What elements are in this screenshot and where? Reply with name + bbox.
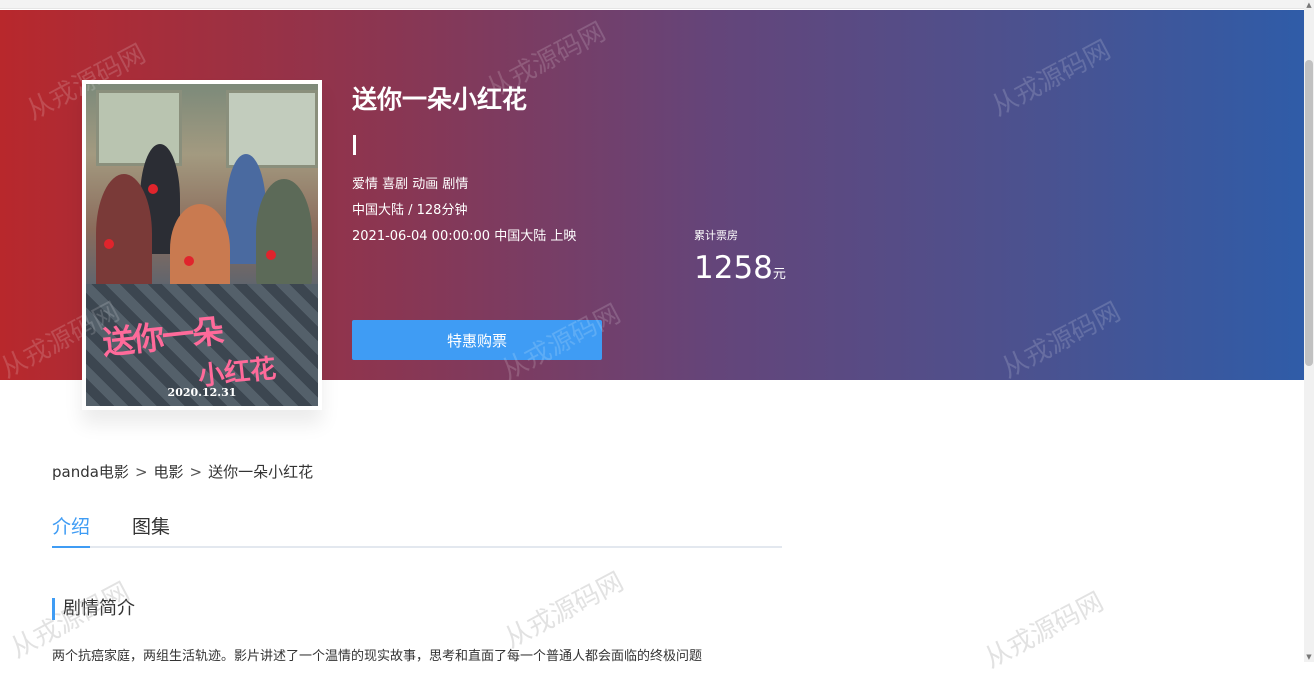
movie-region-duration: 中国大陆 / 128分钟 (352, 203, 468, 218)
scroll-down-arrow-icon[interactable]: ▼ (1304, 652, 1314, 662)
watermark: 从戎源码网 (979, 586, 1109, 675)
poster-figure (96, 174, 152, 294)
poster-frame: 送你一朵 小红花 2020.12.31 (82, 80, 322, 410)
movie-title: 送你一朵小红花 (352, 85, 528, 114)
watermark: 从戎源码网 (499, 566, 629, 655)
buy-ticket-button[interactable]: 特惠购票 (352, 320, 602, 360)
breadcrumb-separator: > (134, 463, 148, 481)
poster-figure (170, 204, 230, 294)
synopsis-text: 两个抗癌家庭，两组生活轨迹。影片讲述了一个温情的现实故事，思考和直面了每一个普通… (52, 649, 703, 664)
scrollbar-thumb[interactable] (1305, 60, 1313, 366)
red-flower-icon (184, 256, 194, 266)
movie-poster[interactable]: 送你一朵 小红花 2020.12.31 (86, 84, 318, 406)
text-cursor (353, 135, 356, 155)
breadcrumb-item-home[interactable]: panda电影 (52, 463, 129, 481)
section-title-synopsis: 剧情简介 (52, 598, 135, 620)
breadcrumb: panda电影 > 电影 > 送你一朵小红花 (52, 461, 313, 482)
movie-genres: 爱情 喜剧 动画 剧情 (352, 177, 469, 192)
red-flower-icon (104, 239, 114, 249)
breadcrumb-item-movies[interactable]: 电影 (154, 463, 184, 481)
page-scrollbar[interactable]: ▲ ▼ (1304, 0, 1314, 662)
poster-date: 2020.12.31 (167, 386, 237, 399)
tab-gallery[interactable]: 图集 (132, 512, 170, 546)
breadcrumb-item-current: 送你一朵小红花 (208, 463, 314, 481)
tab-intro[interactable]: 介绍 (52, 512, 91, 548)
movie-release-date: 2021-06-04 00:00:00 中国大陆 上映 (352, 229, 577, 244)
box-office-unit: 元 (772, 267, 786, 282)
box-office-number: 1258 (694, 250, 773, 286)
tab-bar: 介绍 图集 (52, 512, 782, 548)
top-border (0, 0, 1304, 9)
scroll-up-arrow-icon[interactable]: ▲ (1304, 0, 1314, 10)
box-office-value: 1258元 (694, 250, 786, 286)
red-flower-icon (148, 184, 158, 194)
red-flower-icon (266, 250, 276, 260)
breadcrumb-separator: > (189, 463, 203, 481)
box-office-label: 累计票房 (694, 229, 738, 242)
poster-figure (256, 179, 312, 289)
